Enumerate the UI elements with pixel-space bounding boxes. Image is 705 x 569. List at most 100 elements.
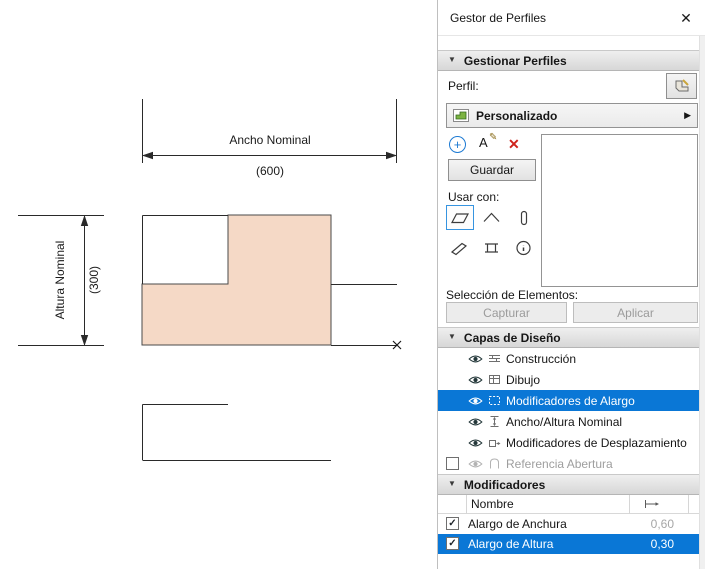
modifier-row-height-stretch[interactable]: ✓ Alargo de Altura 0,30 [438, 534, 699, 554]
visibility-eye-icon[interactable] [468, 374, 483, 388]
column-divider [688, 495, 689, 514]
stretch-column-header-icon[interactable] [644, 499, 660, 509]
use-with-column-button[interactable] [510, 205, 538, 230]
height-dim-value: (300) [87, 266, 101, 294]
visibility-eye-icon[interactable] [468, 458, 483, 472]
wall-icon [451, 212, 469, 223]
close-icon[interactable]: ✕ [677, 9, 695, 27]
capture-button-label: Capturar [483, 305, 530, 320]
modifier-name: Alargo de Altura [468, 537, 554, 551]
apply-button[interactable]: Aplicar [573, 302, 698, 323]
use-with-roof-button[interactable] [478, 205, 506, 230]
nominal-size-layer-icon [488, 415, 501, 431]
plus-icon: + [453, 137, 462, 152]
collapse-triangle-icon: ▼ [448, 479, 456, 488]
collapse-triangle-icon: ▼ [448, 55, 456, 64]
height-dim-arrow-bottom [80, 335, 89, 346]
layer-name: Dibujo [506, 373, 541, 387]
modifier-name: Alargo de Anchura [468, 517, 567, 531]
width-dim-value: (600) [256, 164, 284, 178]
width-dim-arrow-right [386, 151, 397, 160]
profile-preview-listbox[interactable] [541, 134, 698, 287]
layer-name: Modificadores de Desplazamiento [506, 436, 687, 450]
use-with-beam-button[interactable] [446, 235, 474, 260]
layer-name: Construcción [506, 352, 577, 366]
delete-profile-icon[interactable]: ✕ [508, 136, 520, 153]
profile-dropdown[interactable]: Personalizado ▶ [446, 103, 698, 128]
visibility-eye-icon[interactable] [468, 353, 483, 367]
modifier-checkbox[interactable]: ✓ [446, 517, 459, 530]
layer-row-drawing[interactable]: Dibujo [438, 369, 699, 390]
use-with-label: Usar con: [448, 190, 500, 204]
edit-profile-button[interactable] [666, 73, 697, 99]
layer-row-stretch-modifiers[interactable]: Modificadores de Alargo [438, 390, 699, 411]
modifier-value: 0,30 [650, 537, 674, 551]
rename-letter: A [479, 135, 488, 150]
panel-titlebar: Gestor de Perfiles ✕ [438, 0, 705, 36]
panel-title: Gestor de Perfiles [450, 11, 547, 25]
visibility-eye-icon[interactable] [468, 416, 483, 430]
capture-button[interactable]: Capturar [446, 302, 567, 323]
section-manage-profiles[interactable]: ▼ Gestionar Perfiles [438, 50, 699, 71]
use-with-wall-button[interactable] [446, 205, 474, 230]
opening-reference-layer-icon [488, 457, 501, 473]
column-icon [520, 210, 528, 225]
column-divider [629, 495, 630, 514]
modifier-table-header: Nombre [438, 495, 699, 514]
height-dim-arrow-top [80, 215, 89, 226]
edit-profile-icon [675, 79, 689, 92]
element-selection-label: Selección de Elementos: [446, 288, 579, 302]
visibility-eye-icon[interactable] [468, 395, 483, 409]
width-dim-label: Ancho Nominal [229, 133, 310, 147]
section-manage-label: Gestionar Perfiles [463, 53, 567, 68]
column-divider [466, 495, 467, 514]
layer-row-construction[interactable]: Construcción [438, 348, 699, 369]
save-button[interactable]: Guardar [448, 159, 536, 181]
info-icon [516, 240, 531, 255]
section-design-layers[interactable]: ▼ Capas de Diseño [438, 327, 699, 348]
profile-preview-icon [453, 109, 469, 122]
profile-selected-value: Personalizado [476, 108, 558, 123]
panel-scrollbar[interactable] [699, 36, 705, 569]
modifier-value: 0,60 [650, 517, 674, 531]
opening-reference-checkbox[interactable] [446, 457, 459, 470]
profile-manager-window: Ancho Nominal (600) Altura Nominal (300)… [0, 0, 705, 569]
modifier-checkbox[interactable]: ✓ [446, 537, 459, 550]
column-header-name[interactable]: Nombre [471, 497, 514, 511]
drawing-layer-icon [488, 373, 501, 389]
stretch-modifier-layer-icon [488, 394, 501, 410]
apply-button-label: Aplicar [617, 305, 654, 320]
save-button-label: Guardar [469, 163, 515, 177]
use-with-info-button[interactable] [510, 235, 538, 260]
layer-row-nominal[interactable]: Ancho/Altura Nominal [438, 411, 699, 432]
roof-icon [483, 212, 500, 222]
check-icon: ✓ [448, 517, 457, 529]
profile-manager-panel: Gestor de Perfiles ✕ ▼ Gestionar Perfile… [437, 0, 705, 569]
width-dimension [142, 99, 397, 163]
reference-outline [142, 404, 331, 461]
use-with-railing-button[interactable] [478, 235, 506, 260]
profile-shape[interactable] [141, 214, 332, 346]
dropdown-expand-icon: ▶ [684, 110, 691, 120]
layer-name: Modificadores de Alargo [506, 394, 635, 408]
visibility-eye-icon[interactable] [468, 437, 483, 451]
check-icon: ✓ [448, 537, 457, 549]
railing-icon [485, 242, 498, 253]
profile-drawing-canvas[interactable]: Ancho Nominal (600) Altura Nominal (300) [0, 0, 437, 569]
rename-profile-button[interactable]: A ✎ [479, 132, 501, 155]
collapse-triangle-icon: ▼ [448, 332, 456, 341]
beam-icon [450, 242, 468, 255]
layer-row-opening-reference[interactable]: Referencia Abertura [438, 453, 699, 474]
section-layers-label: Capas de Diseño [463, 330, 561, 345]
offset-modifier-layer-icon [488, 436, 501, 452]
width-dim-arrow-left [142, 151, 153, 160]
height-dim-label: Altura Nominal [53, 241, 67, 320]
layer-name: Ancho/Altura Nominal [506, 415, 623, 429]
add-profile-button[interactable]: + [449, 136, 466, 153]
modifier-row-width-stretch[interactable]: ✓ Alargo de Anchura 0,60 [438, 514, 699, 534]
section-modifiers-label: Modificadores [463, 477, 546, 492]
rename-pencil-icon: ✎ [489, 132, 498, 143]
profile-label: Perfil: [448, 79, 479, 93]
layer-row-offset-modifiers[interactable]: Modificadores de Desplazamiento [438, 432, 699, 453]
section-modifiers[interactable]: ▼ Modificadores [438, 474, 699, 495]
